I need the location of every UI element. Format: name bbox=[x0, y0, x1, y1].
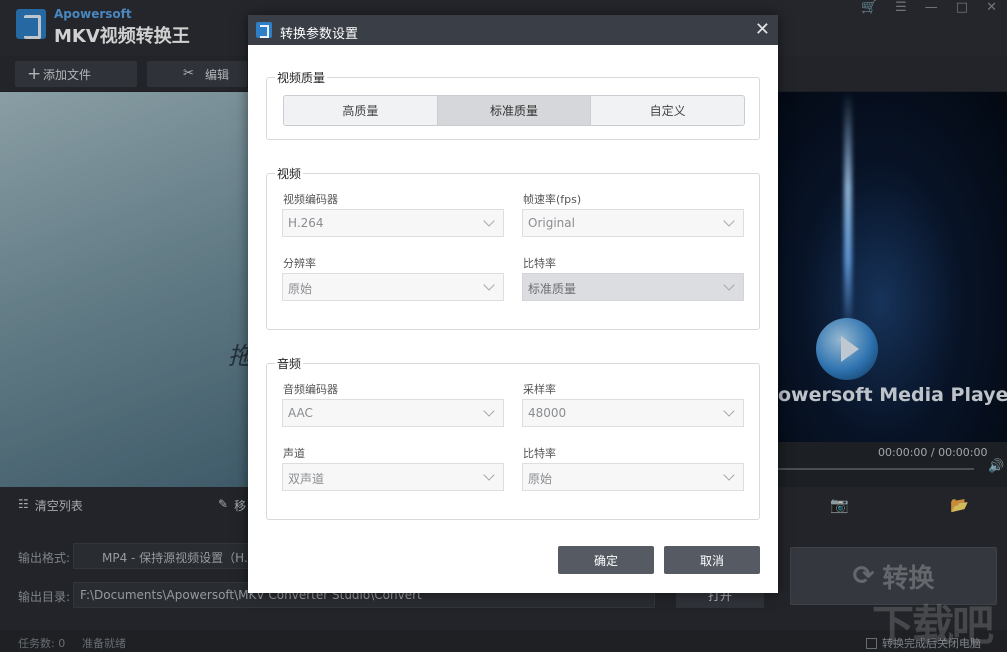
audio-codec-value: AAC bbox=[288, 406, 313, 420]
fps-select[interactable]: Original bbox=[522, 209, 744, 237]
channel-value: 双声道 bbox=[288, 472, 324, 486]
audio-bitrate-value: 原始 bbox=[528, 472, 552, 486]
chevron-down-icon bbox=[483, 215, 494, 226]
dialog-titlebar: 转换参数设置 ✕ bbox=[248, 15, 778, 45]
channel-select[interactable]: 双声道 bbox=[282, 463, 504, 491]
audio-codec-label: 音频编码器 bbox=[283, 381, 338, 397]
chevron-down-icon bbox=[723, 405, 734, 416]
video-codec-label: 视频编码器 bbox=[283, 191, 338, 207]
video-codec-select[interactable]: H.264 bbox=[282, 209, 504, 237]
video-group: 视频 视频编码器 H.264 帧速率(fps) Original 分辨率 原始 … bbox=[266, 173, 760, 330]
quality-group: 视频质量 高质量 标准质量 自定义 bbox=[266, 77, 760, 140]
sample-rate-label: 采样率 bbox=[523, 381, 556, 397]
video-bitrate-select: 标准质量 bbox=[522, 273, 744, 301]
chevron-down-icon bbox=[483, 279, 494, 290]
channel-label: 声道 bbox=[283, 445, 305, 461]
video-bitrate-label: 比特率 bbox=[523, 255, 556, 271]
chevron-down-icon bbox=[723, 469, 734, 480]
resolution-label: 分辨率 bbox=[283, 255, 316, 271]
audio-bitrate-label: 比特率 bbox=[523, 445, 556, 461]
quality-option-high[interactable]: 高质量 bbox=[284, 96, 438, 125]
dialog-title: 转换参数设置 bbox=[280, 23, 358, 42]
sample-rate-value: 48000 bbox=[528, 406, 566, 420]
video-codec-value: H.264 bbox=[288, 216, 324, 230]
quality-option-standard[interactable]: 标准质量 bbox=[438, 96, 592, 125]
audio-bitrate-select[interactable]: 原始 bbox=[522, 463, 744, 491]
quality-segmented-control: 高质量 标准质量 自定义 bbox=[283, 95, 745, 126]
chevron-down-icon bbox=[723, 279, 734, 290]
quality-group-label: 视频质量 bbox=[275, 69, 327, 86]
resolution-value: 原始 bbox=[288, 282, 312, 296]
cancel-button[interactable]: 取消 bbox=[664, 546, 760, 574]
sample-rate-select[interactable]: 48000 bbox=[522, 399, 744, 427]
ok-button[interactable]: 确定 bbox=[558, 546, 654, 574]
chevron-down-icon bbox=[483, 469, 494, 480]
video-bitrate-value: 标准质量 bbox=[528, 282, 576, 296]
fps-label: 帧速率(fps) bbox=[523, 191, 581, 207]
dialog-close-icon[interactable]: ✕ bbox=[755, 19, 770, 40]
chevron-down-icon bbox=[723, 215, 734, 226]
video-group-label: 视频 bbox=[275, 165, 303, 182]
audio-group: 音频 音频编码器 AAC 采样率 48000 声道 双声道 比特率 原始 bbox=[266, 363, 760, 520]
dialog-logo-icon bbox=[256, 22, 272, 38]
resolution-select[interactable]: 原始 bbox=[282, 273, 504, 301]
quality-option-custom[interactable]: 自定义 bbox=[591, 96, 744, 125]
audio-codec-select[interactable]: AAC bbox=[282, 399, 504, 427]
fps-value: Original bbox=[528, 216, 575, 230]
conversion-settings-dialog: 转换参数设置 ✕ 视频质量 高质量 标准质量 自定义 视频 视频编码器 H.26… bbox=[248, 15, 778, 593]
chevron-down-icon bbox=[483, 405, 494, 416]
audio-group-label: 音频 bbox=[275, 355, 303, 372]
